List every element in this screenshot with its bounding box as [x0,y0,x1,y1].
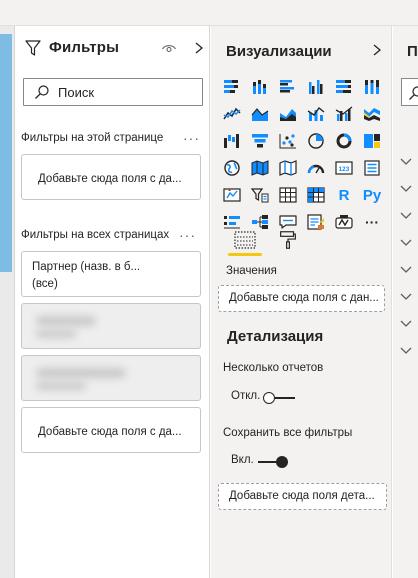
funnel-icon [25,40,41,56]
search-icon [409,86,418,100]
line-clustered-column-icon[interactable] [332,103,356,125]
values-drop-zone[interactable]: Добавьте сюда поля с дан... [218,285,385,312]
chevron-down-icon[interactable] [399,319,413,329]
drillthrough-heading: Детализация [227,328,324,345]
all-pages-drop-text: Добавьте сюда поля с да... [38,426,182,438]
partner-filter-value: (все) [32,278,58,290]
paint-roller-icon [280,231,296,249]
search-icon [35,85,49,99]
drillthrough-drop-zone[interactable]: Добавьте сюда поля дета... [218,483,387,510]
visualizations-tabs [226,228,386,258]
all-pages-drop-zone[interactable]: Добавьте сюда поля с да... [21,407,201,453]
tab-fields-selected-indicator [228,253,262,256]
clustered-column-icon[interactable] [304,76,328,98]
line-column-icon[interactable] [304,103,328,125]
partner-filter-card[interactable]: Партнер (назв. в б... (все) [21,251,201,297]
gauge-icon[interactable] [304,157,328,179]
chevron-right-icon[interactable] [193,40,205,56]
chevron-down-icon[interactable] [399,346,413,356]
kpi-icon[interactable] [220,184,244,206]
r-visual-icon[interactable]: R [332,184,356,206]
card-icon[interactable]: 123 [332,157,356,179]
values-drop-text: Добавьте сюда поля с дан... [229,292,379,304]
visualizations-pane: Визуализации 123 R Py ··· Значения Добав… [211,26,392,578]
chevron-down-icon[interactable] [399,184,413,194]
matrix-icon[interactable] [304,184,328,206]
multi-report-toggle-track [275,397,295,399]
values-label: Значения [226,265,277,277]
this-page-more-icon[interactable]: ··· [183,130,200,146]
all-pages-more-icon[interactable]: ··· [179,227,196,243]
keep-filters-toggle-track [258,461,278,463]
stacked-column-icon[interactable] [248,76,272,98]
this-page-drop-zone[interactable]: Добавьте сюда поля с да... [21,154,201,200]
filters-pane: Фильтры Поиск Фильтры на этой странице ·… [14,26,210,578]
filters-search-input[interactable]: Поиск [23,78,203,106]
globe-map-icon[interactable] [220,157,244,179]
scatter-icon[interactable] [276,130,300,152]
keep-filters-toggle[interactable]: Вкл. [231,454,301,470]
fields-pane: П [393,26,418,578]
100-bar-icon[interactable] [332,76,356,98]
chevron-right-icon[interactable] [371,42,383,58]
fields-search-input[interactable] [401,78,418,106]
chevron-down-icon[interactable] [399,211,413,221]
stacked-area-icon[interactable] [276,103,300,125]
100-column-icon[interactable] [360,76,384,98]
keep-filters-state: Вкл. [231,454,254,466]
svg-text:123: 123 [339,166,350,173]
waterfall-icon[interactable] [220,130,244,152]
chevron-down-icon[interactable] [399,265,413,275]
fields-well-icon [234,231,256,249]
stacked-bar-icon[interactable] [220,76,244,98]
funnel-icon[interactable] [248,130,272,152]
chevron-down-icon[interactable] [399,238,413,248]
filled-map-icon[interactable] [248,157,272,179]
shape-map-icon[interactable] [276,157,300,179]
this-page-filters-label: Фильтры на этой странице [21,132,164,144]
partner-filter-name: Партнер (назв. в б... [32,261,141,273]
keep-filters-toggle-knob [276,456,288,468]
donut-chart-icon[interactable] [332,130,356,152]
multi-report-state: Откл. [231,390,261,402]
drillthrough-drop-text: Добавьте сюда поля дета... [229,490,375,502]
chevron-down-icon[interactable] [399,292,413,302]
redacted-filter-card-1[interactable] [21,303,201,349]
all-pages-filters-label: Фильтры на всех страницах [21,229,170,241]
multi-report-toggle[interactable]: Откл. [231,390,301,406]
keep-filters-label: Сохранить все фильтры [223,427,353,439]
filters-title: Фильтры [49,39,120,56]
filters-header: Фильтры [15,38,211,60]
visualizations-title: Визуализации [226,43,332,60]
area-chart-icon[interactable] [248,103,272,125]
pie-chart-icon[interactable] [304,130,328,152]
eye-icon[interactable] [161,40,177,56]
fields-title: П [407,43,418,60]
chevron-down-icon[interactable] [399,157,413,167]
redacted-filter-card-2[interactable] [21,355,201,401]
tab-format[interactable] [273,228,303,258]
python-visual-icon[interactable]: Py [360,184,384,206]
top-strip [0,0,418,26]
line-chart-icon[interactable] [220,103,244,125]
ribbon-chart-icon[interactable] [360,103,384,125]
table-icon[interactable] [276,184,300,206]
clustered-bar-icon[interactable] [276,76,300,98]
this-page-drop-text: Добавьте сюда поля с да... [38,173,182,185]
treemap-icon[interactable] [360,130,384,152]
tab-fields[interactable] [226,228,264,258]
report-canvas-visual-edge [0,34,12,272]
slicer-icon[interactable] [248,184,272,206]
multi-report-label: Несколько отчетов [223,362,324,374]
search-placeholder: Поиск [58,85,95,100]
multi-report-toggle-knob [263,392,275,404]
multi-row-card-icon[interactable] [360,157,384,179]
